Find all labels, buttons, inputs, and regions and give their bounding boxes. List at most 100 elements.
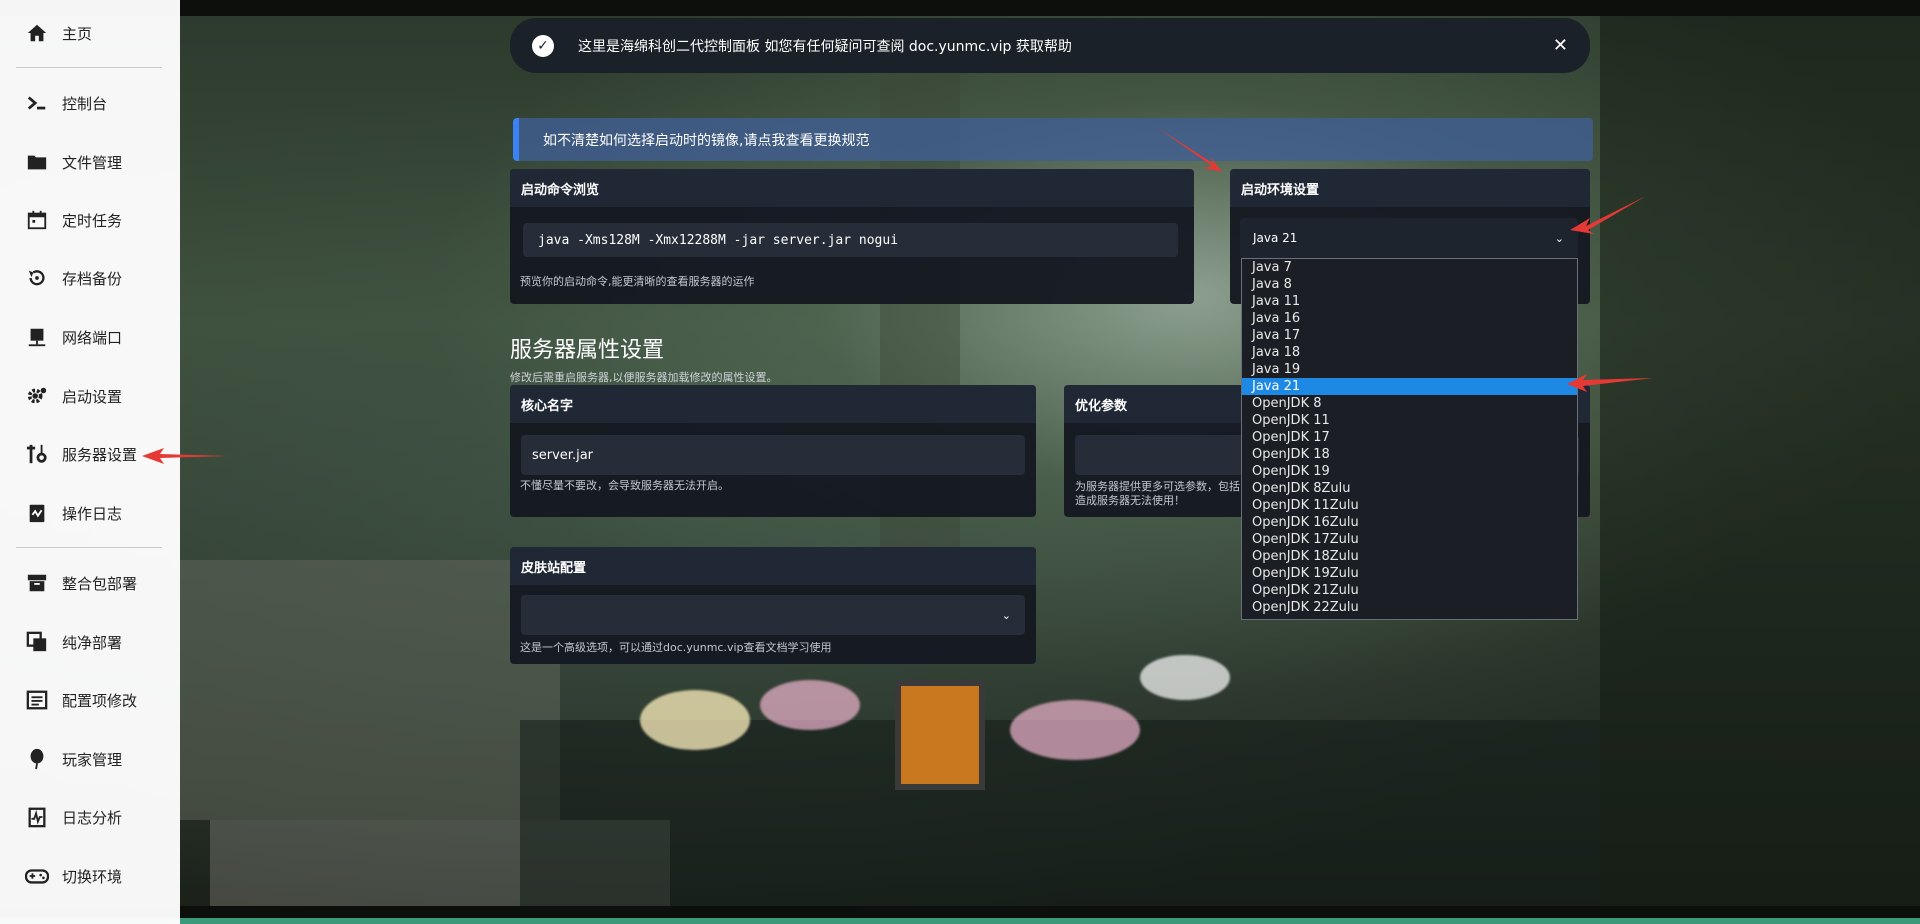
background-lily: [760, 680, 860, 730]
dropdown-option[interactable]: OpenJDK 18: [1242, 446, 1577, 463]
chevron-down-icon: ⌄: [1554, 231, 1564, 245]
card-title: 启动环境设置: [1230, 169, 1590, 207]
sidebar-item-clean-deploy[interactable]: 纯净部署: [0, 620, 180, 664]
dropdown-option[interactable]: OpenJDK 8Zulu: [1242, 480, 1577, 497]
section-title: 服务器属性设置: [510, 338, 665, 363]
sidebar-divider: [16, 547, 162, 548]
dropdown-option[interactable]: Java 21: [1242, 378, 1577, 395]
card-hint: 这是一个高级选项，可以通过doc.yunmc.vip查看文档学习使用: [520, 641, 832, 654]
wrench-icon: [24, 441, 50, 467]
sidebar-item-label: 网络端口: [62, 328, 123, 347]
annotation-arrow: [142, 448, 228, 464]
close-icon[interactable]: ✕: [1553, 35, 1568, 56]
sidebar-item-label: 纯净部署: [62, 633, 123, 652]
sidebar-divider: [16, 67, 162, 68]
sidebar-item-label: 整合包部署: [62, 574, 138, 593]
dropdown-option[interactable]: Java 7: [1242, 259, 1577, 276]
package-icon: [24, 570, 50, 596]
config-icon: [24, 687, 50, 713]
image-guide-banner[interactable]: 如不清楚如何选择启动时的镜像,请点我查看更换规范: [513, 118, 1593, 161]
folder-icon: [24, 149, 50, 175]
top-strip: [0, 0, 1920, 16]
dropdown-option[interactable]: OpenJDK 22Zulu: [1242, 599, 1577, 616]
selected-value: Java 21: [1253, 231, 1298, 245]
card-hint: 不懂尽量不要改，会导致服务器无法开启。: [520, 479, 729, 492]
sidebar-item-label: 服务器设置: [62, 445, 138, 464]
background-lily: [1140, 655, 1230, 700]
check-circle-icon: ✓: [532, 34, 554, 57]
home-icon: [24, 20, 50, 46]
network-icon: [24, 324, 50, 350]
startup-command-preview: java -Xms128M -Xmx12288M -jar server.jar…: [523, 223, 1178, 257]
gamepad-icon: [24, 863, 50, 889]
balloon-icon: [24, 746, 50, 772]
dropdown-option[interactable]: Java 16: [1242, 310, 1577, 327]
card-hint: 预览你的启动命令,能更清晰的查看服务器的运作: [520, 275, 755, 288]
sidebar-item-label: 定时任务: [62, 211, 123, 230]
sidebar-item-network[interactable]: 网络端口: [0, 315, 180, 359]
sidebar-item-backup[interactable]: 存档备份: [0, 256, 180, 300]
dropdown-option[interactable]: OpenJDK 17Zulu: [1242, 531, 1577, 548]
sidebar-item-config-edit[interactable]: 配置项修改: [0, 678, 180, 722]
log-icon: [24, 500, 50, 526]
annotation-arrow: [1570, 196, 1646, 234]
notification-bar: ✓ 这里是海绵科创二代控制面板 如您有任何疑问可查阅 doc.yunmc.vip…: [510, 18, 1590, 73]
sidebar-item-label: 启动设置: [62, 387, 123, 406]
copy-icon: [24, 629, 50, 655]
dropdown-option[interactable]: OpenJDK 21Zulu: [1242, 582, 1577, 599]
background-lily: [1010, 700, 1140, 760]
background-stone-block: [180, 560, 560, 820]
skin-site-card: 皮肤站配置 ⌄ 这是一个高级选项，可以通过doc.yunmc.vip查看文档学习…: [510, 547, 1036, 664]
dropdown-option[interactable]: OpenJDK 19Zulu: [1242, 565, 1577, 582]
annotation-arrow: [1567, 374, 1653, 392]
calendar-icon: [24, 207, 50, 233]
sidebar-item-home[interactable]: 主页: [0, 11, 180, 55]
dropdown-option[interactable]: OpenJDK 11: [1242, 412, 1577, 429]
sidebar-item-player-management[interactable]: 玩家管理: [0, 737, 180, 781]
sidebar-item-log-analysis[interactable]: 日志分析: [0, 795, 180, 839]
dropdown-option[interactable]: Java 11: [1242, 293, 1577, 310]
card-title: 皮肤站配置: [510, 547, 1036, 585]
dropdown-option[interactable]: OpenJDK 8: [1242, 395, 1577, 412]
sidebar-item-switch-env[interactable]: 切换环境: [0, 854, 180, 898]
core-name-input[interactable]: server.jar: [521, 435, 1025, 475]
dropdown-option[interactable]: Java 8: [1242, 276, 1577, 293]
image-guide-link[interactable]: 如不清楚如何选择启动时的镜像,请点我查看更换规范: [543, 130, 869, 150]
dropdown-option[interactable]: Java 17: [1242, 327, 1577, 344]
java-version-select[interactable]: Java 21 ⌄: [1240, 218, 1578, 258]
dropdown-option[interactable]: OpenJDK 17: [1242, 429, 1577, 446]
dropdown-option[interactable]: OpenJDK 19: [1242, 463, 1577, 480]
sidebar-item-label: 文件管理: [62, 153, 123, 172]
section-subtitle: 修改后需重启服务器,以便服务器加载修改的属性设置。: [510, 371, 778, 384]
sidebar-item-schedule[interactable]: 定时任务: [0, 198, 180, 242]
sidebar-item-label: 日志分析: [62, 808, 123, 827]
notification-text: 这里是海绵科创二代控制面板 如您有任何疑问可查阅 doc.yunmc.vip 获…: [578, 38, 1072, 55]
sidebar-item-files[interactable]: 文件管理: [0, 140, 180, 184]
dropdown-option[interactable]: Java 18: [1242, 344, 1577, 361]
dropdown-option[interactable]: OpenJDK 16Zulu: [1242, 514, 1577, 531]
sidebar-item-startup-settings[interactable]: 启动设置: [0, 374, 180, 418]
sidebar-item-label: 配置项修改: [62, 691, 138, 710]
sidebar-item-console[interactable]: 控制台: [0, 81, 180, 125]
dropdown-option[interactable]: OpenJDK 11Zulu: [1242, 497, 1577, 514]
sidebar-item-modpack-deploy[interactable]: 整合包部署: [0, 561, 180, 605]
java-version-dropdown[interactable]: Java 7 Java 8 Java 11 Java 16 Java 17 Java 18…: [1241, 258, 1578, 620]
chevron-down-icon: ⌄: [1001, 608, 1011, 622]
background-lily: [640, 690, 750, 750]
terminal-icon: [24, 90, 50, 116]
dropdown-option[interactable]: Java 19: [1242, 361, 1577, 378]
background-foliage: [1600, 16, 1920, 906]
card-title: 启动命令浏览: [510, 169, 1194, 207]
card-hint: 造成服务器无法使用！: [1075, 494, 1185, 507]
sidebar-item-label: 存档备份: [62, 269, 123, 288]
sidebar-item-label: 玩家管理: [62, 750, 123, 769]
core-name-card: 核心名字 server.jar 不懂尽量不要改，会导致服务器无法开启。: [510, 385, 1036, 517]
skin-site-select[interactable]: ⌄: [521, 595, 1025, 635]
sidebar-item-label: 主页: [62, 24, 93, 43]
gear-icon: [24, 383, 50, 409]
sidebar-item-label: 切换环境: [62, 867, 123, 886]
dropdown-option[interactable]: OpenJDK 18Zulu: [1242, 548, 1577, 565]
sidebar-item-operation-log[interactable]: 操作日志: [0, 491, 180, 535]
card-title: 核心名字: [510, 385, 1036, 423]
bottom-accent-line: [0, 918, 1920, 924]
